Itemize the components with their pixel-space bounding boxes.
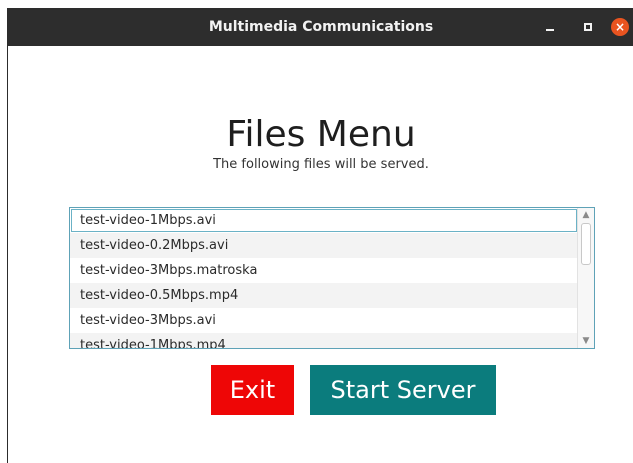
files-list[interactable]: test-video-1Mbps.avi test-video-0.2Mbps.… bbox=[69, 207, 595, 349]
close-icon: × bbox=[611, 18, 629, 36]
exit-button[interactable]: Exit bbox=[211, 365, 294, 415]
close-button[interactable]: × bbox=[609, 8, 631, 46]
list-item[interactable]: test-video-3Mbps.matroska bbox=[70, 258, 578, 283]
maximize-icon bbox=[584, 23, 592, 31]
minimize-icon bbox=[546, 29, 554, 31]
scroll-thumb[interactable] bbox=[581, 223, 591, 265]
list-item[interactable]: test-video-0.5Mbps.mp4 bbox=[70, 283, 578, 308]
minimize-button[interactable] bbox=[540, 8, 560, 46]
scroll-down-arrow-icon[interactable]: ▼ bbox=[578, 334, 594, 348]
list-item[interactable]: test-video-1Mbps.avi bbox=[70, 208, 578, 233]
list-item[interactable]: test-video-0.2Mbps.avi bbox=[70, 233, 578, 258]
title-bar[interactable]: Multimedia Communications × bbox=[8, 8, 633, 46]
scroll-up-arrow-icon[interactable]: ▲ bbox=[578, 208, 594, 222]
maximize-button[interactable] bbox=[578, 8, 598, 46]
app-window: Multimedia Communications × Files Menu T… bbox=[7, 8, 633, 463]
list-item[interactable]: test-video-3Mbps.avi bbox=[70, 308, 578, 333]
files-list-rows: test-video-1Mbps.avi test-video-0.2Mbps.… bbox=[70, 208, 578, 348]
page-title: Files Menu bbox=[226, 114, 416, 155]
start-server-button[interactable]: Start Server bbox=[310, 365, 496, 415]
page-subtitle: The following files will be served. bbox=[213, 157, 429, 172]
list-item[interactable]: test-video-1Mbps.mp4 bbox=[70, 333, 578, 348]
files-list-scrollbar[interactable]: ▲ ▼ bbox=[577, 208, 594, 348]
